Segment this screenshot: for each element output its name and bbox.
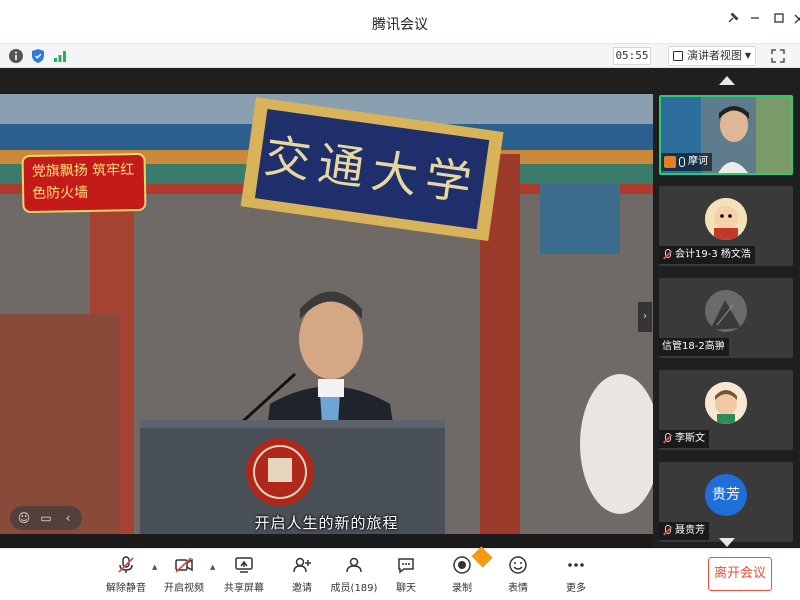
share-screen-button[interactable]: 共享屏幕: [216, 555, 272, 599]
invite-label: 邀请: [292, 583, 312, 594]
participant-name: 信管18-2高翀: [662, 341, 725, 352]
participant-tile[interactable]: 贵芳 聂贵芳: [659, 462, 793, 542]
pin-icon[interactable]: [722, 10, 744, 32]
participant-tile[interactable]: 信管18-2高翀: [659, 278, 793, 358]
mic-muted-icon: [662, 525, 672, 537]
record-icon: [453, 556, 471, 574]
mic-muted-icon: [662, 433, 672, 445]
main-video-stage: 交通大学 党旗飘扬 筑牢红色防火墙 开启人生的新的旅程 ☺ ▭ ‹ ›: [0, 68, 653, 548]
stage-floating-controls: ☺ ▭ ‹: [10, 506, 82, 530]
minimize-icon[interactable]: [744, 10, 766, 32]
avatar: [705, 198, 747, 240]
members-label: 成员(189): [330, 583, 378, 594]
unmute-label: 解除静音: [106, 583, 146, 594]
participant-name-bar: 摩诃: [661, 153, 712, 171]
participant-tile[interactable]: 李斯文: [659, 370, 793, 450]
speaker-view-icon: [673, 51, 683, 61]
chat-label: 聊天: [396, 583, 416, 594]
view-mode-label: 演讲者视图: [687, 49, 742, 62]
maximize-icon[interactable]: [768, 10, 790, 32]
security-shield-icon[interactable]: [30, 48, 46, 64]
reaction-emoji-icon[interactable]: ☺: [16, 510, 32, 526]
avatar: [705, 382, 747, 424]
bottom-toolbar: 解除静音 ▲ 开启视频 ▲ 共享屏幕 邀请 成员(189) 聊天 录制 表情 更…: [0, 548, 800, 600]
video-options-chevron-icon[interactable]: ▲: [210, 563, 215, 571]
members-button[interactable]: 成员(189): [326, 555, 382, 599]
reactions-button[interactable]: 表情: [490, 555, 546, 599]
participant-name-bar: 信管18-2高翀: [659, 338, 729, 356]
info-bar: 05:55 演讲者视图 ▼: [0, 44, 800, 68]
mic-muted-icon: [662, 249, 672, 261]
meeting-window: 腾讯会议 05:55 演讲者视图 ▼ 交通大学 党旗飘扬 筑牢红色防火墙 开启人…: [0, 0, 800, 600]
avatar: 贵芳: [705, 474, 747, 516]
sidebar-toggle-chevron-icon[interactable]: ›: [638, 302, 652, 332]
camera-off-icon: [175, 557, 193, 573]
close-icon[interactable]: [788, 10, 800, 32]
collapse-chevron-icon[interactable]: ‹: [60, 510, 76, 526]
chat-icon: [398, 558, 414, 574]
scroll-up-icon[interactable]: [719, 76, 735, 85]
members-icon: [346, 557, 362, 573]
participant-name: 摩诃: [688, 156, 708, 167]
participant-name-bar: 李斯文: [659, 430, 709, 448]
meeting-timer: 05:55: [613, 47, 651, 65]
user-icon: [664, 156, 676, 168]
add-user-icon: [293, 557, 311, 573]
participant-name-bar: 会计19-3 杨文浩: [659, 246, 755, 264]
mic-muted-icon: [118, 556, 134, 573]
participant-tile[interactable]: 会计19-3 杨文浩: [659, 186, 793, 266]
more-label: 更多: [566, 583, 586, 594]
more-dots-icon: [568, 563, 584, 567]
mic-on-icon: [679, 157, 685, 167]
view-mode-dropdown[interactable]: 演讲者视图 ▼: [668, 46, 756, 66]
share-screen-label: 共享屏幕: [224, 583, 264, 594]
slogan-banner: 党旗飘扬 筑牢红色防火墙: [21, 152, 147, 214]
leave-meeting-button[interactable]: 离开会议: [708, 557, 772, 591]
start-video-button[interactable]: 开启视频: [156, 555, 212, 599]
video-letterbox: [0, 68, 653, 92]
window-title: 腾讯会议: [372, 17, 428, 33]
participant-name-bar: 聂贵芳: [659, 522, 709, 540]
participant-sidebar: 摩诃 会计19-3 杨文浩 信管18-2高翀 李斯文 贵芳 聂贵芳: [653, 68, 800, 548]
share-screen-icon: [235, 557, 253, 573]
participant-name: 会计19-3 杨文浩: [675, 249, 751, 260]
scroll-down-icon[interactable]: [719, 538, 735, 547]
signal-strength-icon[interactable]: [52, 48, 68, 64]
smiley-icon: [509, 556, 527, 574]
reactions-label: 表情: [508, 583, 528, 594]
fullscreen-icon[interactable]: [771, 48, 785, 63]
chat-button[interactable]: 聊天: [378, 555, 434, 599]
more-button[interactable]: 更多: [548, 555, 604, 599]
start-video-label: 开启视频: [164, 583, 204, 594]
info-icon[interactable]: [8, 48, 24, 64]
shared-video-frame: 交通大学 党旗飘扬 筑牢红色防火墙 开启人生的新的旅程: [0, 94, 653, 594]
video-subtitle: 开启人生的新的旅程: [254, 514, 399, 532]
unmute-button[interactable]: 解除静音: [98, 555, 154, 599]
participant-name: 李斯文: [675, 433, 705, 444]
title-bar: 腾讯会议: [0, 0, 800, 44]
participant-tile[interactable]: 摩诃: [659, 95, 793, 175]
record-label: 录制: [452, 583, 472, 594]
chevron-down-icon: ▼: [744, 51, 751, 60]
chat-bubble-icon[interactable]: ▭: [38, 510, 54, 526]
invite-button[interactable]: 邀请: [274, 555, 330, 599]
avatar: [705, 290, 747, 332]
participant-name: 聂贵芳: [675, 525, 705, 536]
